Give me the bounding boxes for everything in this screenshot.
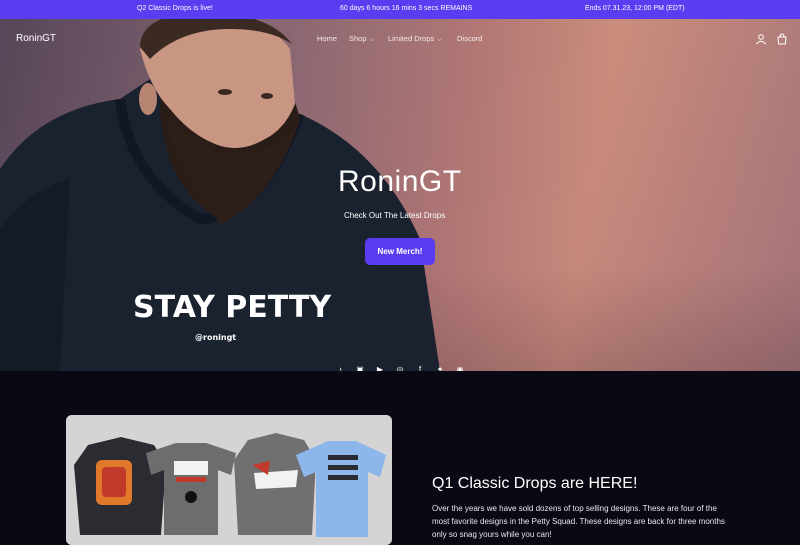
announcement-left: Q2 Classic Drops is live! [137, 5, 213, 12]
chevron-down-icon: ⌵ [437, 37, 442, 43]
announcement-bar: Q2 Classic Drops is live! 60 days 6 hour… [0, 0, 800, 19]
discord-icon[interactable]: ◉ [455, 365, 465, 371]
account-icon[interactable] [755, 33, 767, 45]
hero-section: STAY PETTY @roningt RoninGT Home Shop ⌵ L… [0, 19, 800, 371]
youtube-icon[interactable]: ▶ [375, 365, 385, 371]
site-logo[interactable]: RoninGT [16, 33, 56, 44]
instagram-icon[interactable]: ◎ [395, 365, 405, 371]
shirt-handle-text: @roningt [195, 333, 236, 342]
facebook-icon[interactable]: f [415, 365, 425, 371]
announcement-countdown: 60 days 6 hours 16 mins 3 secs REMAINS [340, 5, 473, 12]
nav-limited-drops-label: Limited Drops [388, 34, 435, 43]
tiktok-icon[interactable]: ♪ [335, 365, 345, 371]
nav-discord-link[interactable]: Discord [457, 34, 482, 43]
nav-shop-link[interactable]: Shop ⌵ [349, 34, 374, 44]
nav-limited-drops-link[interactable]: Limited Drops ⌵ [388, 34, 442, 44]
cart-icon[interactable] [776, 33, 788, 45]
new-merch-button[interactable]: New Merch! [365, 238, 435, 265]
twitter-icon[interactable]: ✦ [435, 365, 445, 371]
nav-shop-label: Shop [349, 34, 367, 43]
chevron-down-icon: ⌵ [369, 37, 375, 43]
top-navigation: RoninGT Home Shop ⌵ Limited Drops ⌵ Discor… [0, 19, 800, 59]
feature-title: Q1 Classic Drops are HERE! [432, 475, 638, 492]
feature-section: Q1 Classic Drops are HERE! Over the year… [0, 371, 800, 545]
feature-description: Over the years we have sold dozens of to… [432, 504, 725, 539]
twitch-icon[interactable]: ▣ [355, 365, 365, 371]
shirt-print-text: STAY PETTY [133, 290, 332, 325]
nav-home-link[interactable]: Home [317, 34, 337, 43]
hero-title: RoninGT [338, 165, 462, 198]
hero-subtitle: Check Out The Latest Drops [344, 211, 446, 220]
announcement-end-date: Ends 07.31.23, 12:00 PM (EDT) [585, 5, 685, 12]
product-collection-image[interactable] [66, 415, 392, 545]
